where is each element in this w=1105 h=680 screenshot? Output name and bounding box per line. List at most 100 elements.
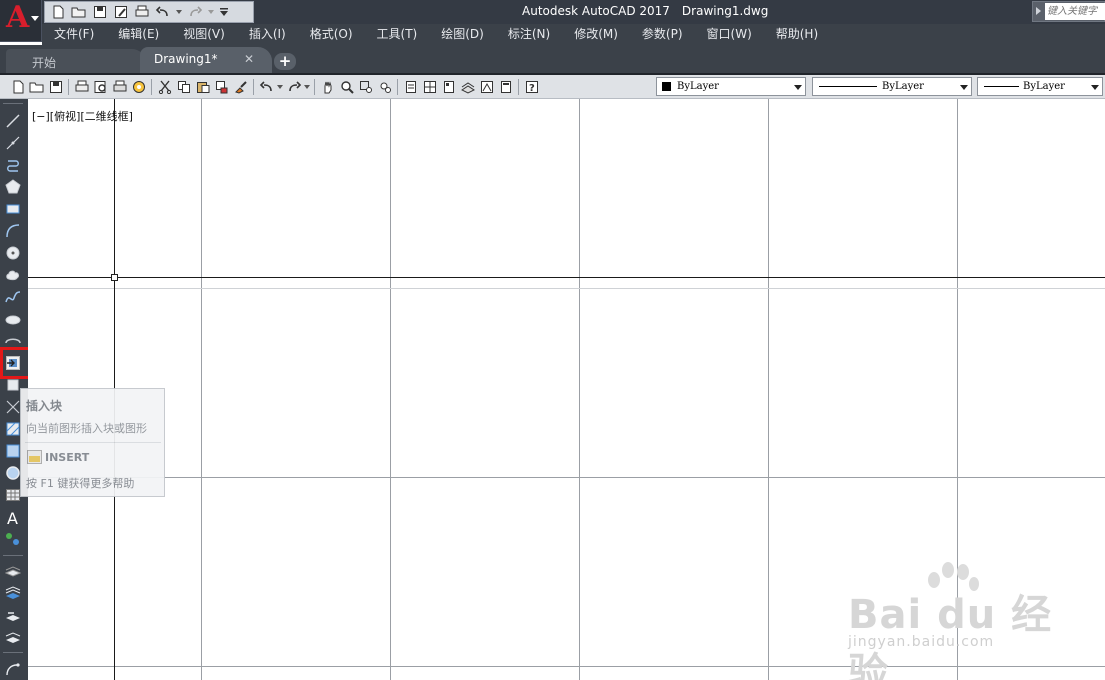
circle-icon[interactable]: [3, 243, 23, 262]
cut-icon[interactable]: [155, 78, 174, 96]
viewport-controls[interactable]: [−][俯视][二维线框]: [32, 108, 133, 124]
toolbar-separator: [314, 79, 315, 95]
linetype-control-dropdown[interactable]: ByLayer: [812, 77, 972, 96]
redo-icon[interactable]: [186, 4, 204, 20]
close-icon[interactable]: ✕: [244, 52, 254, 66]
open-icon[interactable]: [27, 78, 46, 96]
new-tab-button[interactable]: +: [274, 53, 296, 70]
menu-help[interactable]: 帮助(H): [764, 24, 830, 45]
revision-cloud-icon[interactable]: [3, 265, 23, 284]
rectangle-icon[interactable]: [3, 199, 23, 218]
undo-icon[interactable]: [154, 4, 172, 20]
publish-icon[interactable]: [110, 78, 129, 96]
menu-file[interactable]: 文件(F): [42, 24, 106, 45]
application-menu-button[interactable]: A: [0, 0, 42, 42]
sheet-set-icon[interactable]: [458, 78, 477, 96]
plot-preview-icon[interactable]: [91, 78, 110, 96]
menu-insert[interactable]: 插入(I): [237, 24, 298, 45]
menu-window[interactable]: 窗口(W): [695, 24, 764, 45]
menu-draw[interactable]: 绘图(D): [429, 24, 496, 45]
grid-line: [201, 99, 202, 680]
match-properties-icon[interactable]: [212, 78, 231, 96]
design-center-icon[interactable]: [420, 78, 439, 96]
help-search-input[interactable]: [1045, 3, 1105, 20]
menu-tools[interactable]: 工具(T): [365, 24, 430, 45]
redo-dropdown-icon[interactable]: [207, 4, 215, 20]
menu-format[interactable]: 格式(O): [298, 24, 365, 45]
pan-hand-icon[interactable]: [318, 78, 337, 96]
menu-dimension[interactable]: 标注(N): [496, 24, 562, 45]
save-icon[interactable]: [46, 78, 65, 96]
menu-view[interactable]: 视图(V): [171, 24, 237, 45]
tool-palettes-icon[interactable]: [439, 78, 458, 96]
file-tab-bar: 开始 Drawing1* ✕ +: [0, 45, 1105, 73]
chevron-down-icon[interactable]: [957, 78, 971, 95]
multiline-text-icon[interactable]: A: [3, 507, 23, 526]
menu-parametric[interactable]: 参数(P): [630, 24, 695, 45]
help-icon[interactable]: ?: [522, 78, 541, 96]
arc-icon[interactable]: [3, 221, 23, 240]
chevron-down-icon[interactable]: [1088, 78, 1102, 95]
lineweight-control-dropdown[interactable]: ByLayer: [977, 77, 1103, 96]
color-control-dropdown[interactable]: ByLayer: [656, 77, 806, 96]
tooltip-command: INSERT: [45, 451, 90, 464]
title-bar: Autodesk AutoCAD 2017 Drawing1.dwg: [0, 0, 1105, 24]
watermark-url: jingyan.baidu.com: [848, 634, 995, 650]
x-axis-line: [28, 277, 1105, 278]
menu-edit[interactable]: 编辑(E): [106, 24, 171, 45]
redo-icon[interactable]: [284, 78, 303, 96]
command-icon: [27, 450, 42, 464]
linetype-value: ByLayer: [882, 81, 924, 92]
plot-icon[interactable]: [72, 78, 91, 96]
print-icon[interactable]: [133, 4, 151, 20]
tooltip-title: 插入块: [26, 399, 63, 413]
properties-palette-icon[interactable]: [401, 78, 420, 96]
construction-line-icon[interactable]: [3, 133, 23, 152]
document-title: Drawing1.dwg: [681, 4, 769, 18]
markup-set-icon[interactable]: [477, 78, 496, 96]
paste-icon[interactable]: [193, 78, 212, 96]
color-value: ByLayer: [677, 81, 719, 92]
layer-previous-icon[interactable]: [3, 605, 23, 624]
tab-start[interactable]: 开始: [6, 49, 146, 73]
curve-icon[interactable]: [3, 659, 23, 678]
polyline-icon[interactable]: [3, 155, 23, 174]
ellipse-icon[interactable]: [3, 309, 23, 328]
standard-toolbar: ? ByLayer ByLayer ByLayer: [0, 75, 1105, 99]
zoom-window-icon[interactable]: [356, 78, 375, 96]
ucs-origin-marker: [111, 274, 118, 281]
customize-qat-icon[interactable]: [218, 4, 230, 20]
autocad-logo: A: [6, 0, 30, 35]
tab-drawing1[interactable]: Drawing1* ✕: [140, 47, 272, 73]
redo-dropdown-icon[interactable]: [303, 78, 311, 96]
layer-isolate-icon[interactable]: [3, 627, 23, 646]
layer-properties-icon[interactable]: [3, 561, 23, 580]
toolbar-separator: [518, 79, 519, 95]
chevron-down-icon[interactable]: [791, 78, 805, 95]
svg-text:?: ?: [529, 83, 535, 94]
line-icon[interactable]: [3, 111, 23, 130]
qnew-icon[interactable]: [8, 78, 27, 96]
save-as-icon[interactable]: [112, 4, 130, 20]
polygon-icon[interactable]: [3, 177, 23, 196]
undo-icon[interactable]: [257, 78, 276, 96]
grid-line: [28, 477, 1105, 478]
undo-dropdown-icon[interactable]: [175, 4, 183, 20]
new-file-icon[interactable]: [49, 4, 67, 20]
toolbar-separator: [68, 79, 69, 95]
undo-dropdown-icon[interactable]: [276, 78, 284, 96]
caret-right-icon[interactable]: [1036, 7, 1041, 15]
save-icon[interactable]: [91, 4, 109, 20]
open-folder-icon[interactable]: [70, 4, 88, 20]
menu-modify[interactable]: 修改(M): [562, 24, 630, 45]
toolbar-separator: [253, 79, 254, 95]
calculator-icon[interactable]: [496, 78, 515, 96]
copy-icon[interactable]: [174, 78, 193, 96]
zoom-previous-icon[interactable]: [375, 78, 394, 96]
paintbrush-icon[interactable]: [231, 78, 250, 96]
spline-icon[interactable]: [3, 287, 23, 306]
layer-state-icon[interactable]: [3, 583, 23, 602]
3d-print-icon[interactable]: [129, 78, 148, 96]
add-selected-icon[interactable]: [3, 529, 23, 548]
zoom-realtime-icon[interactable]: [337, 78, 356, 96]
